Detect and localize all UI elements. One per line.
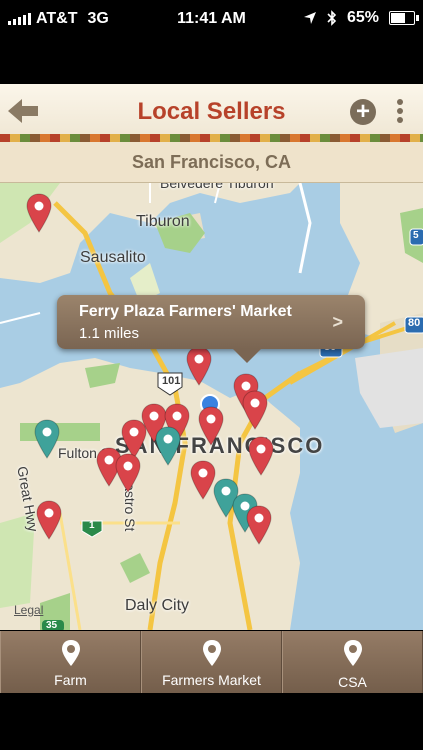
map-label-sausalito: Sausalito — [80, 249, 146, 266]
map-pin-icon — [202, 640, 221, 666]
bottom-bezel — [0, 693, 423, 750]
map-pin-icon — [343, 640, 362, 666]
location-arrow-icon — [303, 12, 316, 24]
callout-title: Ferry Plaza Farmers' Market — [79, 303, 292, 320]
csa-pin[interactable] — [155, 426, 181, 466]
tab-csa-label: CSA — [338, 674, 367, 690]
chevron-right-icon: > — [332, 312, 343, 332]
farmers-market-pin[interactable] — [198, 406, 224, 446]
bluetooth-icon — [327, 10, 337, 26]
status-spacer — [0, 38, 423, 84]
decorative-stripe — [0, 134, 423, 142]
map-marker-icon — [155, 426, 181, 466]
highway-5-label: 5 — [413, 230, 419, 241]
map-marker-icon — [36, 500, 62, 540]
highway-101-label: 101 — [162, 375, 181, 387]
map-marker-icon — [248, 436, 274, 476]
location-bar: San Francisco, CA — [0, 142, 423, 183]
location-label: San Francisco, CA — [131, 152, 292, 172]
add-button[interactable]: + — [350, 99, 376, 125]
battery-icon — [389, 11, 419, 25]
map-marker-icon — [26, 193, 52, 233]
highway-80-east-label: 80 — [408, 317, 421, 329]
tab-farm[interactable]: Farm — [0, 631, 141, 693]
map-marker-icon — [246, 505, 272, 545]
csa-pin[interactable] — [34, 419, 60, 459]
more-options-button[interactable] — [392, 96, 408, 128]
farmers-market-pin[interactable] — [115, 453, 141, 493]
farmers-market-pin[interactable] — [26, 193, 52, 233]
tab-bar: Farm Farmers Market CSA — [0, 631, 423, 693]
tab-csa[interactable]: CSA — [282, 631, 423, 693]
map-label-belvedere: Belvedere Tiburon — [160, 183, 274, 191]
highway-1-label: 1 — [89, 520, 95, 531]
tab-farmers-market-label: Farmers Market — [162, 672, 261, 688]
plus-icon: + — [355, 98, 370, 125]
seller-callout[interactable]: Ferry Plaza Farmers' Market 1.1 miles > — [57, 295, 365, 363]
map-label-tiburon: Tiburon — [136, 213, 190, 230]
map-marker-icon — [186, 346, 212, 386]
legal-link[interactable]: Legal — [14, 603, 43, 617]
farmers-market-pin[interactable] — [36, 500, 62, 540]
map-marker-icon — [198, 406, 224, 446]
tab-farm-label: Farm — [54, 672, 87, 688]
tab-farmers-market[interactable]: Farmers Market — [141, 631, 282, 693]
farmers-market-pin[interactable] — [242, 390, 268, 430]
farmers-market-pin[interactable] — [186, 346, 212, 386]
callout-distance: 1.1 miles — [79, 325, 140, 342]
status-bar: AT&T 3G 11:41 AM 65% — [0, 0, 423, 38]
farmers-market-pin[interactable] — [246, 505, 272, 545]
map-view[interactable]: Belvedere Tiburon Tiburon Sausalito SAN … — [0, 183, 423, 630]
map-marker-icon — [34, 419, 60, 459]
nav-bar: Local Sellers + — [0, 84, 423, 140]
map-marker-icon — [115, 453, 141, 493]
map-marker-icon — [242, 390, 268, 430]
highway-35-label: 35 — [46, 620, 58, 630]
battery-percent: 65% — [346, 9, 379, 26]
map-label-daly-city: Daly City — [125, 597, 190, 614]
map-pin-icon — [61, 640, 80, 666]
farmers-market-pin[interactable] — [248, 436, 274, 476]
